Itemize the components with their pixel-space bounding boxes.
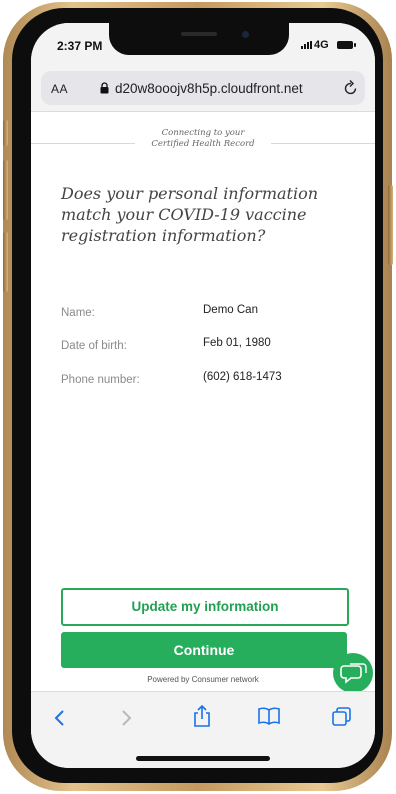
forward-icon[interactable]	[119, 708, 133, 728]
share-icon[interactable]	[191, 704, 213, 728]
power-button	[388, 185, 393, 265]
phone-screen: 2:37 PM 4G AA d20w8ooojv8h5p.cloudfront.…	[31, 23, 375, 768]
update-information-button[interactable]: Update my information	[61, 588, 349, 626]
silent-switch	[3, 120, 8, 146]
page-header: Connecting to your Certified Health Reco…	[31, 128, 375, 150]
powered-by-text: Powered by Consumer network	[147, 675, 259, 684]
chat-icon	[340, 663, 367, 684]
tabs-icon[interactable]	[331, 706, 353, 728]
browser-toolbar	[31, 691, 375, 768]
address-bar: AA d20w8ooojv8h5p.cloudfront.net	[31, 67, 375, 112]
network-label: 4G	[314, 39, 329, 51]
continue-button[interactable]: Continue	[61, 632, 347, 668]
status-bar: 2:37 PM 4G	[31, 23, 375, 67]
url-text: d20w8ooojv8h5p.cloudfront.net	[115, 81, 303, 96]
reload-icon[interactable]	[343, 79, 359, 97]
dob-label: Date of birth:	[61, 340, 127, 352]
status-time: 2:37 PM	[57, 39, 103, 53]
back-icon[interactable]	[53, 708, 67, 728]
header-line-2: Certified Health Record	[151, 139, 255, 149]
header-line-1: Connecting to your	[161, 128, 245, 138]
phone-value: (602) 618-1473	[203, 371, 282, 383]
phone-label: Phone number:	[61, 374, 140, 386]
bookmarks-icon[interactable]	[257, 706, 281, 726]
volume-down-button	[3, 232, 8, 292]
name-value: Demo Can	[203, 304, 258, 316]
lock-icon	[100, 82, 109, 94]
page-question: Does your personal information match you…	[61, 184, 319, 245]
front-camera	[242, 31, 249, 38]
speaker	[181, 32, 217, 36]
volume-up-button	[3, 160, 8, 220]
battery-icon	[337, 41, 356, 49]
notch	[109, 23, 289, 55]
url-field[interactable]: AA d20w8ooojv8h5p.cloudfront.net	[41, 71, 365, 105]
dob-value: Feb 01, 1980	[203, 337, 271, 349]
name-label: Name:	[61, 307, 95, 319]
text-size-button[interactable]: AA	[51, 82, 68, 96]
home-indicator	[136, 756, 270, 761]
chat-button[interactable]	[333, 653, 373, 693]
